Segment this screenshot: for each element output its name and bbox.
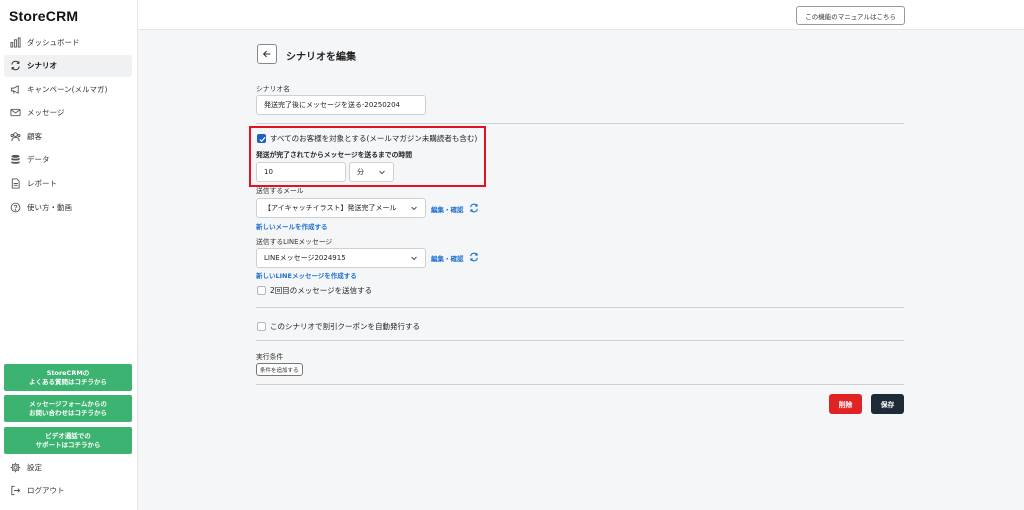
manual-button[interactable]: この機能のマニュアルはこちら bbox=[796, 6, 905, 25]
conditions-label: 実行条件 bbox=[256, 353, 284, 361]
divider bbox=[256, 340, 904, 341]
new-line-link[interactable]: 新しいLINEメッセージを作成する bbox=[256, 270, 357, 280]
video-support-button-line1: ビデオ通話での bbox=[45, 431, 91, 440]
sidebar-item-help[interactable]: 使い方・動画 bbox=[4, 196, 132, 218]
delete-button[interactable]: 削除 bbox=[829, 394, 862, 414]
gear-icon bbox=[9, 461, 21, 473]
second-message-checkbox[interactable] bbox=[257, 286, 266, 295]
faq-button-line2: よくある質問はコチラから bbox=[29, 377, 107, 386]
faq-button[interactable]: StoreCRMの よくある質問はコチラから bbox=[4, 364, 132, 391]
sidebar-item-label: 顧客 bbox=[27, 131, 42, 141]
database-icon bbox=[9, 154, 21, 166]
sidebar-item-scenario[interactable]: シナリオ bbox=[4, 54, 132, 77]
sidebar-item-label: レポート bbox=[27, 179, 57, 189]
refresh-icon[interactable] bbox=[469, 252, 479, 262]
second-message-label: 2回目のメッセージを送信する bbox=[270, 286, 373, 295]
scenario-name-input[interactable]: 発送完了後にメッセージを送る-20250204 bbox=[256, 95, 426, 115]
divider bbox=[256, 307, 904, 308]
contact-form-button-line1: メッセージフォームからの bbox=[29, 399, 107, 408]
sidebar-item-label: シナリオ bbox=[27, 61, 57, 71]
sidebar-item-settings[interactable]: 設定 bbox=[4, 456, 132, 478]
sidebar-bottom-nav: 設定 ログアウト bbox=[4, 456, 132, 503]
coupon-label: このシナリオで割引クーポンを自動発行する bbox=[270, 322, 420, 331]
divider bbox=[256, 123, 904, 124]
coupon-checkbox[interactable] bbox=[257, 322, 266, 331]
sidebar-item-label: ダッシュボード bbox=[27, 37, 80, 47]
email-select-value: 【アイキャッチイラスト】発送完了メール bbox=[264, 204, 397, 212]
sidebar-item-data[interactable]: データ bbox=[4, 149, 132, 171]
sidebar-item-report[interactable]: レポート bbox=[4, 173, 132, 195]
annotation-highlight-box bbox=[249, 126, 486, 187]
scenario-name-label: シナリオ名 bbox=[256, 85, 290, 93]
sidebar-item-label: ログアウト bbox=[27, 486, 65, 496]
line-select-value: LINEメッセージ2024915 bbox=[264, 254, 346, 262]
new-email-link[interactable]: 新しいメールを作成する bbox=[256, 221, 328, 231]
chevron-down-icon bbox=[411, 256, 417, 261]
sidebar-item-label: 使い方・動画 bbox=[27, 202, 72, 212]
megaphone-icon bbox=[9, 83, 21, 95]
page-title: シナリオを編集 bbox=[286, 52, 356, 63]
faq-button-line1: StoreCRMの bbox=[46, 368, 90, 377]
refresh-icon[interactable] bbox=[469, 203, 479, 213]
email-edit-link[interactable]: 編集・確認 bbox=[431, 204, 464, 214]
line-label: 送信するLINEメッセージ bbox=[256, 238, 333, 246]
logout-icon bbox=[9, 485, 21, 497]
line-edit-link[interactable]: 編集・確認 bbox=[431, 253, 464, 263]
sidebar-item-dashboard[interactable]: ダッシュボード bbox=[4, 31, 132, 53]
video-support-button-line2: サポートはコチラから bbox=[35, 440, 101, 449]
sidebar-item-message[interactable]: メッセージ bbox=[4, 102, 132, 124]
users-icon bbox=[9, 130, 21, 142]
sidebar-item-label: データ bbox=[27, 155, 50, 165]
sidebar-item-campaign[interactable]: キャンペーン(メルマガ) bbox=[4, 78, 132, 100]
email-select[interactable]: 【アイキャッチイラスト】発送完了メール bbox=[256, 198, 426, 218]
bar-chart-icon bbox=[9, 36, 21, 48]
add-condition-button[interactable]: 条件を追加する bbox=[256, 363, 303, 376]
document-icon bbox=[9, 178, 21, 190]
contact-form-button-line2: お問い合わせはコチラから bbox=[29, 408, 107, 417]
contact-form-button[interactable]: メッセージフォームからの お問い合わせはコチラから bbox=[4, 395, 132, 422]
refresh-cycle-icon bbox=[9, 60, 21, 72]
chevron-down-icon bbox=[411, 206, 417, 211]
top-bar: この機能のマニュアルはこちら bbox=[138, 0, 1024, 30]
arrow-left-icon bbox=[262, 50, 271, 58]
divider bbox=[256, 384, 904, 385]
brand-logo: StoreCRM bbox=[9, 8, 79, 24]
sidebar-item-label: キャンペーン(メルマガ) bbox=[27, 84, 108, 94]
sidebar-nav: ダッシュボード シナリオ キャンペーン(メルマガ) メッセージ 顧客 データ レ… bbox=[4, 31, 132, 220]
sidebar-item-customers[interactable]: 顧客 bbox=[4, 125, 132, 147]
save-button[interactable]: 保存 bbox=[871, 394, 904, 414]
line-select[interactable]: LINEメッセージ2024915 bbox=[256, 248, 426, 268]
sidebar-item-label: 設定 bbox=[27, 462, 42, 472]
back-button[interactable] bbox=[257, 44, 277, 64]
help-circle-icon bbox=[9, 201, 21, 213]
sidebar-item-logout[interactable]: ログアウト bbox=[4, 480, 132, 502]
video-support-button[interactable]: ビデオ通話での サポートはコチラから bbox=[4, 427, 132, 454]
sidebar-item-label: メッセージ bbox=[27, 108, 65, 118]
sidebar: StoreCRM ダッシュボード シナリオ キャンペーン(メルマガ) メッセージ bbox=[0, 0, 138, 510]
mail-icon bbox=[9, 107, 21, 119]
